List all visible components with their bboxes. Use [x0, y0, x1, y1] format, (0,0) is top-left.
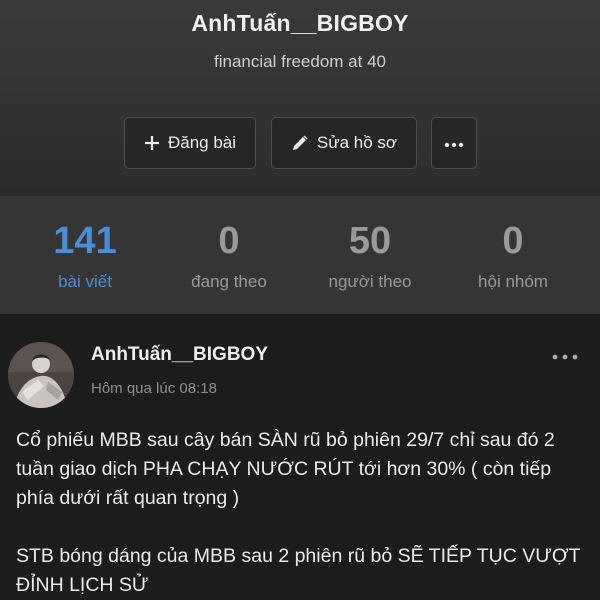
- more-horizontal-icon: [444, 133, 464, 153]
- stat-followers-label: người theo: [328, 272, 412, 291]
- stat-following-label: đang theo: [191, 272, 267, 291]
- post-timestamp: Hôm qua lúc 08:18: [91, 380, 217, 397]
- stat-followers[interactable]: 50 người theo: [300, 216, 440, 292]
- new-post-button[interactable]: Đăng bài: [124, 117, 256, 169]
- post-body: Cổ phiếu MBB sau cây bán SÀN rũ bỏ phiên…: [16, 426, 590, 600]
- stat-groups-label: hội nhóm: [478, 272, 548, 291]
- more-horizontal-icon: [552, 347, 578, 365]
- pencil-icon: [291, 134, 309, 152]
- profile-bio: financial freedom at 40: [214, 52, 386, 71]
- stat-followers-count: 50: [348, 220, 392, 262]
- profile-username: AnhTuấn__BIGBOY: [191, 10, 409, 36]
- stat-following[interactable]: 0 đang theo: [159, 216, 299, 292]
- stat-posts[interactable]: 141 bài viết: [15, 216, 155, 292]
- post-paragraph: STB bóng dáng của MBB sau 2 phiên rũ bỏ …: [16, 545, 581, 596]
- avatar[interactable]: [8, 342, 74, 408]
- stat-following-count: 0: [218, 220, 240, 262]
- plus-icon: [144, 135, 160, 151]
- stat-posts-count: 141: [53, 220, 117, 262]
- edit-profile-button[interactable]: Sửa hồ sơ: [271, 117, 417, 169]
- edit-profile-label: Sửa hồ sơ: [316, 133, 398, 152]
- profile-header: AnhTuấn__BIGBOY financial freedom at 40 …: [0, 0, 600, 196]
- stat-groups[interactable]: 0 hội nhóm: [443, 216, 583, 292]
- new-post-label: Đăng bài: [167, 133, 237, 152]
- post-card: AnhTuấn__BIGBOY Hôm qua lúc 08:18 Cổ phi…: [0, 324, 600, 600]
- post-more-button[interactable]: [548, 346, 582, 366]
- profile-more-button[interactable]: [431, 117, 477, 169]
- stat-posts-label: bài viết: [58, 272, 112, 291]
- stat-groups-count: 0: [502, 220, 524, 262]
- profile-stats-bar: 141 bài viết 0 đang theo 50 người theo 0…: [0, 196, 600, 314]
- post-paragraph: Cổ phiếu MBB sau cây bán SÀN rũ bỏ phiên…: [16, 429, 555, 509]
- post-author[interactable]: AnhTuấn__BIGBOY: [91, 344, 268, 366]
